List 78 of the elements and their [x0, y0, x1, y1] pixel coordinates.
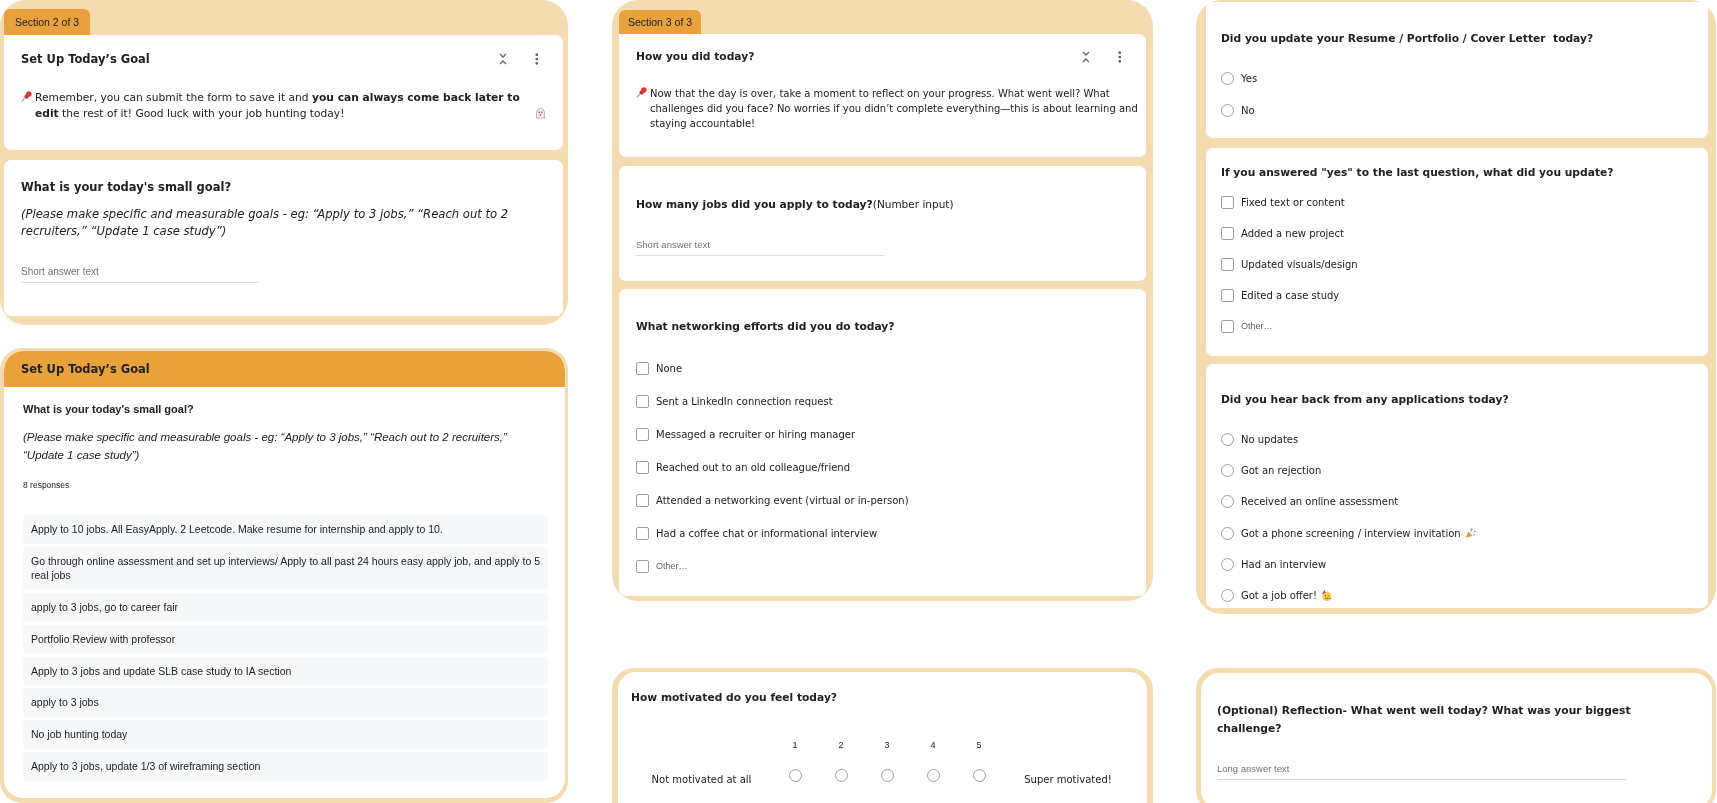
- checkbox[interactable]: [636, 559, 649, 573]
- option-label: Updated visuals/design: [1241, 258, 1358, 270]
- pushpin-icon: [21, 91, 32, 102]
- section-title: How you did today?: [636, 49, 755, 65]
- question-description: (Please make specific and measurable goals - eg: “Apply to 3 jobs,” “Reach out to 2 recruiters,” “Update 1 case study”): [23, 430, 508, 463]
- pushpin-icon: [636, 87, 647, 98]
- responses-header: Set Up Today’s Goal: [4, 351, 565, 387]
- other-option-label: Other…: [1241, 321, 1273, 331]
- checkbox[interactable]: [636, 526, 649, 540]
- option-label: Got a phone screening / interview invitation: [1241, 527, 1461, 539]
- checkbox[interactable]: [1221, 319, 1234, 333]
- question-title: What is your today's small goal?: [23, 402, 195, 417]
- checkbox[interactable]: [1221, 288, 1234, 302]
- question-title: How many jobs did you apply to today?: [636, 198, 873, 211]
- question-title: Did you hear back from any applications today?: [1221, 393, 1509, 406]
- option-label: None: [656, 362, 683, 374]
- option-label: Messaged a recruiter or hiring manager: [656, 428, 856, 440]
- option-label: Received an online assessment: [1241, 496, 1399, 508]
- option-label: Got an rejection: [1241, 464, 1322, 476]
- response-item: Apply to 10 jobs. All EasyApply. 2 Leetcode. Make resume for internship and apply to 10.: [23, 515, 548, 544]
- more-options-icon[interactable]: [534, 53, 538, 65]
- option-label: Edited a case study: [1241, 289, 1340, 301]
- option-label: Fixed text or content: [1241, 196, 1345, 208]
- short-answer-field[interactable]: Short answer text: [636, 239, 884, 256]
- option-label: Had an interview: [1241, 559, 1327, 571]
- checkbox[interactable]: [1221, 226, 1234, 240]
- scale-low-label: Not motivated at all: [650, 773, 753, 787]
- checkbox[interactable]: [636, 493, 649, 507]
- section-description: Now that the day is over, take a moment to reflect on your progress. What went well? What challenges did you face? No worries if you didn’t complete everything—this is about learning and staying accountable!: [650, 87, 1139, 131]
- response-item: Go through online assessment and set up interviews/ Apply to all past 24 hours easy apply job, and apply to 5 real jobs: [23, 546, 548, 590]
- option-label: Reached out to an old colleague/friend: [656, 461, 851, 473]
- scale-number: 5: [975, 739, 983, 751]
- option-label: Yes: [1241, 72, 1258, 84]
- checkbox[interactable]: [1221, 195, 1234, 209]
- option-label: Had a coffee chat or informational interview: [656, 527, 878, 539]
- collapse-icon[interactable]: [498, 53, 507, 65]
- checkbox[interactable]: [636, 427, 649, 441]
- short-answer-field[interactable]: Short answer text: [21, 266, 259, 283]
- scale-number: 4: [929, 739, 937, 751]
- checkbox[interactable]: [636, 394, 649, 408]
- option-label: No updates: [1241, 433, 1299, 445]
- question-title: How motivated do you feel today?: [631, 691, 838, 704]
- option-label: No: [1241, 104, 1255, 116]
- response-item: No job hunting today: [23, 720, 548, 749]
- scale-number: 3: [883, 739, 891, 751]
- question-title: What is your today's small goal?: [21, 180, 232, 194]
- party-face-icon: [1321, 590, 1332, 602]
- question-title: If you answered "yes" to the last question, what did you update?: [1221, 166, 1614, 179]
- long-answer-field[interactable]: Long answer text: [1217, 762, 1626, 780]
- other-option-label: Other…: [656, 561, 688, 571]
- option-label: Added a new project: [1241, 227, 1344, 239]
- checkbox[interactable]: [636, 361, 649, 375]
- scale-high-label: Super motivated!: [1023, 773, 1113, 787]
- response-item: Apply to 3 jobs and update SLB case study to IA section: [23, 656, 548, 686]
- question-title: (Optional) Reflection- What went well today? What was your biggest challenge?: [1217, 703, 1632, 735]
- question-description: (Please make specific and measurable goals - eg: “Apply to 3 jobs,” “Reach out to 2 recruiters,” “Update 1 case study”): [21, 206, 510, 240]
- option-label: Sent a LinkedIn connection request: [656, 395, 833, 407]
- response-item: apply to 3 jobs, go to career fair: [23, 593, 548, 622]
- response-item: Apply to 3 jobs, update 1/3 of wireframing section: [23, 752, 548, 781]
- option-label: Attended a networking event (virtual or in-person): [656, 494, 909, 506]
- option-label: Got a job offer!: [1241, 590, 1317, 602]
- scale-number: 1: [791, 739, 799, 751]
- scale-number: 2: [837, 739, 845, 751]
- section-label: Section 3 of 3: [619, 10, 701, 34]
- question-title: Did you update your Resume / Portfolio / Cover Letter today?: [1221, 32, 1594, 45]
- response-count: 8 responses: [23, 479, 71, 492]
- section-title: Set Up Today’s Goal: [21, 51, 150, 67]
- more-options-icon[interactable]: [1117, 51, 1121, 63]
- section-label: Section 2 of 3: [4, 9, 90, 35]
- response-item: Portfolio Review with professor: [23, 624, 548, 654]
- question-title: What networking efforts did you do today?: [636, 320, 895, 333]
- collapse-icon[interactable]: [1081, 51, 1090, 63]
- question-note: (Number input): [872, 198, 954, 210]
- response-item: apply to 3 jobs: [23, 688, 548, 717]
- section-description: Remember, you can submit the form to save it and you can always come back later to edit the rest of it! Good luck with your job hunting today!: [35, 90, 521, 122]
- checkbox[interactable]: [636, 460, 649, 474]
- party-popper-icon: [1464, 527, 1476, 539]
- checkbox[interactable]: [1221, 257, 1234, 271]
